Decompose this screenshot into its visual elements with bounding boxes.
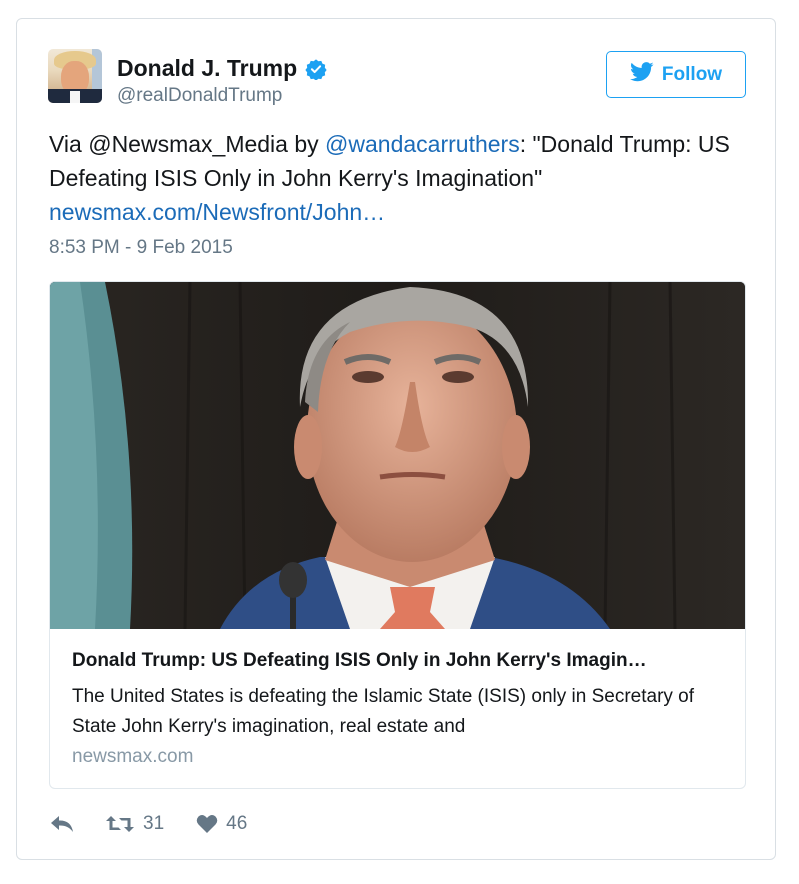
card-title[interactable]: Donald Trump: US Defeating ISIS Only in … <box>72 650 732 672</box>
like-count: 46 <box>226 813 248 834</box>
tweet-text-prefix: Via @Newsmax_Media by <box>49 131 326 157</box>
reply-icon <box>49 814 75 834</box>
tweet-actions: 31 46 <box>49 809 247 839</box>
verified-badge-icon <box>305 58 327 81</box>
author-name[interactable]: Donald J. Trump <box>117 55 297 82</box>
reply-button[interactable] <box>49 814 75 834</box>
follow-label: Follow <box>661 63 723 85</box>
author-handle[interactable]: @realDonaldTrump <box>117 85 282 107</box>
author-name-row: Donald J. Trump <box>117 55 327 82</box>
portrait-illustration <box>50 282 745 629</box>
tweet-text: Via @Newsmax_Media by @wandacarruthers: … <box>49 127 749 229</box>
heart-icon <box>196 814 218 834</box>
mention-link[interactable]: @wandacarruthers <box>325 131 520 157</box>
tweet-card: Donald J. Trump @realDonaldTrump Follow … <box>16 18 776 860</box>
card-domain: newsmax.com <box>72 746 194 767</box>
twitter-bird-icon <box>629 61 654 88</box>
avatar[interactable] <box>48 49 102 103</box>
card-photo <box>50 282 745 629</box>
link-preview-card[interactable]: Donald Trump: US Defeating ISIS Only in … <box>49 281 746 789</box>
tweet-timestamp[interactable]: 8:53 PM - 9 Feb 2015 <box>49 237 233 259</box>
retweet-icon <box>105 814 135 834</box>
card-description: The United States is defeating the Islam… <box>72 686 695 737</box>
retweet-button[interactable]: 31 <box>105 813 164 835</box>
follow-button[interactable]: Follow <box>606 51 746 98</box>
retweet-count: 31 <box>143 813 165 834</box>
tweet-link[interactable]: newsmax.com/Newsfront/John… <box>49 199 385 225</box>
like-button[interactable]: 46 <box>196 813 247 835</box>
